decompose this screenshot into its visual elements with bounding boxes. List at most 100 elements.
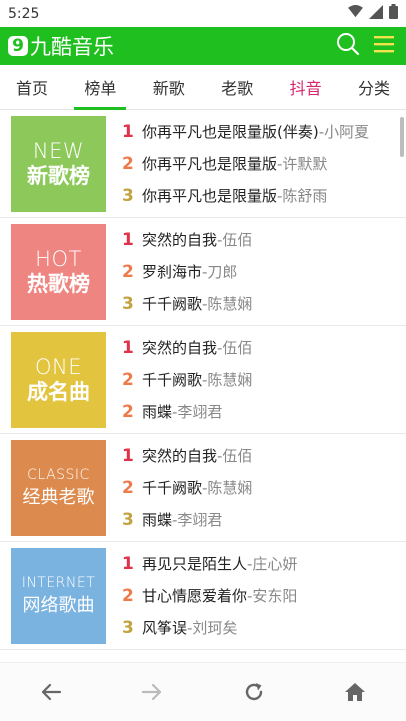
song-artist: -刀郎 [202,263,238,281]
status-icons [348,4,398,23]
tab-new-songs[interactable]: 新歌 [143,65,195,109]
rank-number: 3 [122,617,134,638]
song-title: 你再平凡也是限量版(伴奏) [142,123,319,141]
song-item[interactable]: 2 千千阙歌 -陈慧娴 [122,477,252,498]
chart-card-internet[interactable]: INTERNET 网络歌曲 1 再见只是陌生人 -庄心妍 2 甘心情愿爱着你 -安东阳 … [0,542,406,650]
song-artist: -庄心妍 [247,555,298,573]
wifi-icon [348,5,363,22]
rank-number: 3 [122,185,134,206]
scrollbar[interactable] [400,117,404,157]
song-artist: -李翊君 [172,403,223,421]
song-title: 突然的自我 [142,447,218,465]
song-title: 罗刹海市 [142,263,203,281]
song-title: 甘心情愿爱着你 [142,587,248,605]
logo-text: 九酷音乐 [30,35,114,59]
bottom-nav-bar [0,662,406,721]
song-item[interactable]: 2 罗刹海市 -刀郎 [122,261,252,282]
logo-badge: 9 [8,36,28,56]
song-item[interactable]: 2 甘心情愿爱着你 -安东阳 [122,585,297,606]
song-item[interactable]: 2 你再平凡也是限量版 -许默默 [122,153,369,174]
song-item[interactable]: 1 突然的自我 -伍佰 [122,229,252,250]
song-title: 雨蝶 [142,511,173,529]
tab-douyin[interactable]: 抖音 [280,65,332,109]
rank-number: 3 [122,509,134,530]
song-title: 你再平凡也是限量版 [142,155,278,173]
song-artist: -小阿夏 [318,123,370,141]
cover-cn-label: 热歌榜 [27,271,90,296]
tab-home[interactable]: 首页 [6,65,58,109]
app-logo[interactable]: 9 九酷音乐 [8,31,114,61]
cover-cn-label: 新歌榜 [27,163,90,188]
chart-card-classic[interactable]: CLASSIC 经典老歌 1 突然的自我 -伍佰 2 千千阙歌 -陈慧娴 3 雨蝶 -李翊君 [0,434,406,542]
song-item[interactable]: 3 你再平凡也是限量版 -陈舒雨 [122,185,369,206]
status-time: 5:25 [8,5,40,22]
song-artist: -许默默 [277,155,328,173]
rank-number: 1 [122,121,134,142]
chart-cover-internet[interactable]: INTERNET 网络歌曲 [11,547,106,644]
chart-card-new[interactable]: NEW 新歌榜 1 你再平凡也是限量版(伴奏) -小阿夏 2 你再平凡也是限量版 -许默… [0,110,406,218]
song-item[interactable]: 2 雨蝶 -李翊君 [122,401,252,422]
chart-cover-new[interactable]: NEW 新歌榜 [11,115,106,212]
chart-cover-classic[interactable]: CLASSIC 经典老歌 [11,439,106,536]
back-arrow-icon[interactable] [31,672,71,712]
cover-en-label: INTERNET [21,574,96,591]
tab-old-songs[interactable]: 老歌 [211,65,263,109]
cover-en-label: CLASSIC [27,466,90,483]
song-title: 雨蝶 [142,403,173,421]
chart-cover-one[interactable]: ONE 成名曲 [11,331,106,428]
cover-en-label: NEW [32,138,85,163]
home-icon[interactable] [335,672,375,712]
menu-icon[interactable] [374,34,394,58]
song-artist: -刘珂矣 [187,619,238,637]
tab-categories[interactable]: 分类 [348,65,400,109]
song-item[interactable]: 1 你再平凡也是限量版(伴奏) -小阿夏 [122,121,369,142]
song-title: 千千阙歌 [142,295,203,313]
song-artist: -陈慧娴 [202,295,253,313]
app-header: 9 九酷音乐 [0,27,406,65]
song-artist: -陈慧娴 [202,479,253,497]
song-title: 突然的自我 [142,231,218,249]
rank-number: 2 [122,261,134,282]
cover-en-label: ONE [34,354,82,379]
song-artist: -伍佰 [217,339,253,357]
song-artist: -伍佰 [217,447,253,465]
rank-number: 2 [122,585,134,606]
cover-cn-label: 成名曲 [27,379,90,404]
song-title: 风筝误 [142,619,188,637]
rank-number: 1 [122,337,134,358]
forward-arrow-icon[interactable] [132,672,172,712]
song-title: 再见只是陌生人 [142,555,248,573]
status-bar: 5:25 [0,0,406,27]
rank-number: 1 [122,445,134,466]
song-title: 千千阙歌 [142,371,203,389]
rank-number: 2 [122,401,134,422]
song-title: 千千阙歌 [142,479,203,497]
tab-charts[interactable]: 榜单 [74,65,127,110]
cover-cn-label: 经典老歌 [22,486,95,508]
song-item[interactable]: 1 突然的自我 -伍佰 [122,445,252,466]
song-title: 你再平凡也是限量版 [142,187,278,205]
rank-number: 1 [122,229,134,250]
song-item[interactable]: 2 千千阙歌 -陈慧娴 [122,369,252,390]
song-item[interactable]: 3 雨蝶 -李翊君 [122,509,252,530]
rank-number: 1 [122,553,134,574]
chart-list: NEW 新歌榜 1 你再平凡也是限量版(伴奏) -小阿夏 2 你再平凡也是限量版 -许默… [0,110,406,650]
song-item[interactable]: 3 风筝误 -刘珂矣 [122,617,297,638]
song-item[interactable]: 3 千千阙歌 -陈慧娴 [122,293,252,314]
cover-en-label: HOT [35,246,82,271]
rank-number: 2 [122,369,134,390]
song-artist: -伍佰 [217,231,253,249]
chart-card-one[interactable]: ONE 成名曲 1 突然的自我 -伍佰 2 千千阙歌 -陈慧娴 2 雨蝶 -李翊君 [0,326,406,434]
song-item[interactable]: 1 突然的自我 -伍佰 [122,337,252,358]
refresh-icon[interactable] [234,672,274,712]
rank-number: 2 [122,153,134,174]
song-artist: -安东阳 [247,587,298,605]
song-item[interactable]: 1 再见只是陌生人 -庄心妍 [122,553,297,574]
cover-cn-label: 网络歌曲 [22,594,95,616]
chart-card-hot[interactable]: HOT 热歌榜 1 突然的自我 -伍佰 2 罗刹海市 -刀郎 3 千千阙歌 -陈慧娴 [0,218,406,326]
battery-icon [389,4,398,23]
chart-cover-hot[interactable]: HOT 热歌榜 [11,223,106,320]
rank-number: 2 [122,477,134,498]
song-artist: -陈舒雨 [277,187,328,205]
search-icon[interactable] [336,32,360,60]
